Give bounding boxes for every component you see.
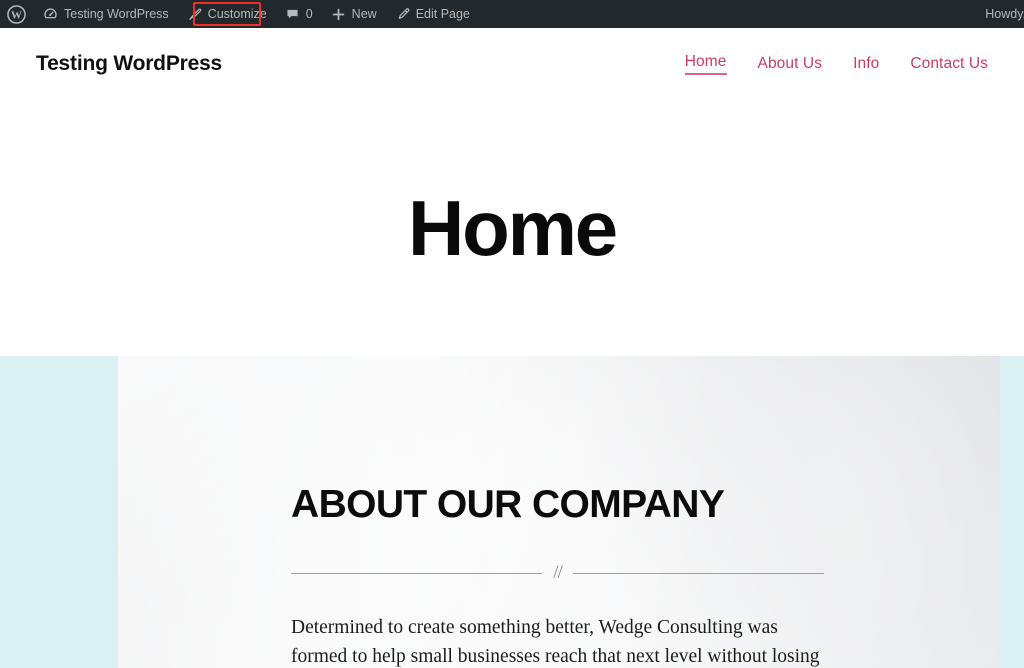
- about-section: ABOUT OUR COMPANY // Determined to creat…: [0, 356, 1024, 668]
- site-header: Testing WordPress Home About Us Info Con…: [0, 28, 1024, 100]
- wp-admin-bar: W Testing WordPress Customize 0 New Edit…: [0, 0, 1024, 28]
- admin-bar-site-name[interactable]: Testing WordPress: [34, 0, 178, 28]
- site-title[interactable]: Testing WordPress: [36, 52, 222, 76]
- pencil-icon: [395, 7, 410, 22]
- nav-item-contact-us[interactable]: Contact Us: [910, 55, 988, 73]
- admin-bar-edit-page-label: Edit Page: [415, 7, 470, 21]
- admin-bar-edit-page[interactable]: Edit Page: [386, 0, 479, 28]
- nav-item-home[interactable]: Home: [684, 53, 727, 75]
- wordpress-logo-menu[interactable]: W: [0, 0, 34, 28]
- admin-bar-new-content[interactable]: New: [322, 0, 386, 28]
- section-divider: //: [291, 561, 824, 583]
- admin-bar-site-name-label: Testing WordPress: [64, 7, 169, 21]
- admin-bar-my-account[interactable]: Howdy,: [976, 0, 1024, 28]
- about-heading: ABOUT OUR COMPANY: [291, 483, 725, 526]
- admin-bar-new-label: New: [351, 7, 377, 21]
- hero-banner: Home: [0, 100, 1024, 356]
- nav-item-about-us[interactable]: About Us: [758, 55, 823, 73]
- divider-slashes-icon: //: [553, 561, 563, 583]
- dashboard-icon: [43, 7, 58, 22]
- primary-navigation: Home About Us Info Contact Us: [684, 53, 988, 75]
- nav-item-info[interactable]: Info: [853, 55, 879, 73]
- comment-bubble-icon: [285, 7, 300, 22]
- divider-rule-left: [291, 572, 543, 574]
- admin-bar-comments[interactable]: 0: [276, 0, 322, 28]
- admin-bar-howdy-label: Howdy,: [985, 7, 1024, 21]
- admin-bar-comments-count: 0: [305, 7, 313, 21]
- about-body-text: Determined to create something better, W…: [291, 616, 820, 667]
- svg-text:W: W: [11, 9, 22, 21]
- wordpress-logo-icon: W: [7, 4, 26, 24]
- plus-icon: [331, 7, 346, 22]
- admin-bar-customize[interactable]: Customize: [178, 0, 276, 28]
- divider-rule-right: [572, 572, 824, 574]
- paintbrush-icon: [187, 7, 202, 22]
- about-content: ABOUT OUR COMPANY // Determined to creat…: [0, 356, 1024, 668]
- admin-bar-customize-label: Customize: [207, 7, 267, 21]
- page-title: Home: [408, 184, 618, 272]
